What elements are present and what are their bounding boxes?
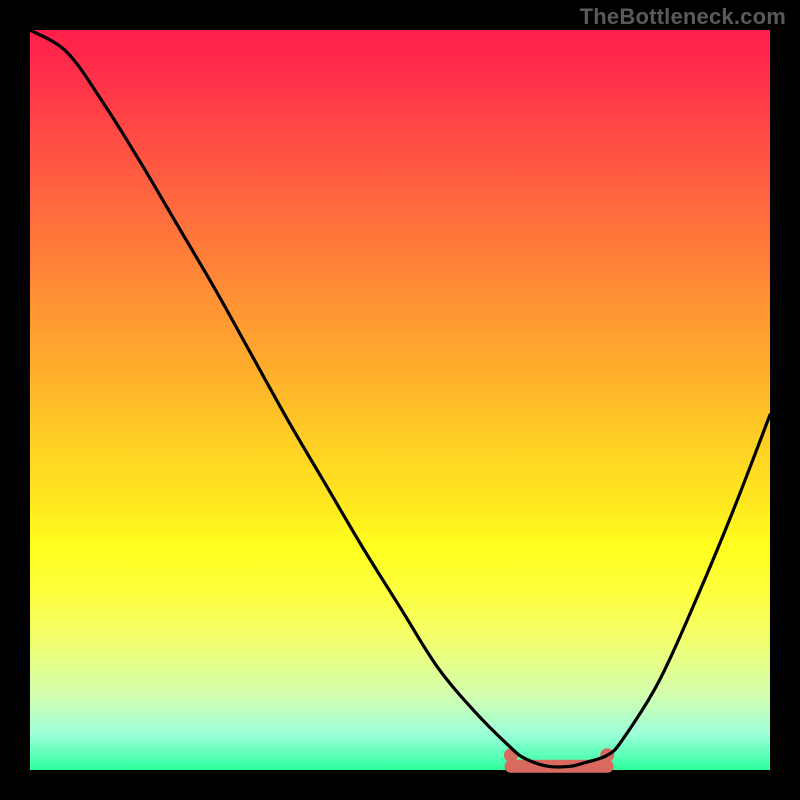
chart-container: TheBottleneck.com	[0, 0, 800, 800]
bottleneck-curve	[30, 30, 770, 767]
watermark-text: TheBottleneck.com	[580, 4, 786, 30]
plot-area	[30, 30, 770, 770]
chart-svg	[30, 30, 770, 770]
